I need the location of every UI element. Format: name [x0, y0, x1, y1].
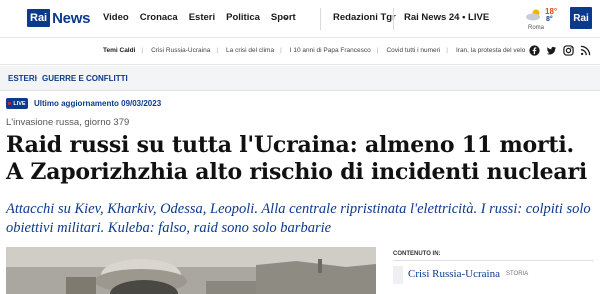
topic-thumbnail[interactable] — [393, 266, 403, 284]
tag-divider: | — [216, 47, 219, 54]
breadcrumb-section[interactable]: ESTERI — [8, 74, 37, 83]
article-summary: Attacchi su Kiev, Kharkiv, Odessa, Leopo… — [6, 201, 591, 236]
tag-divider: | — [446, 47, 448, 54]
nav-item-politica[interactable]: Politica — [226, 12, 260, 23]
twitter-icon[interactable] — [546, 45, 557, 56]
nav-divider — [393, 8, 394, 30]
redazioni-tgr-link[interactable]: Redazioni Tgr — [333, 12, 396, 23]
tag-link[interactable]: Crisi Russia-Ucraina — [151, 47, 210, 54]
topic-type: STORIA — [506, 271, 529, 277]
logo-word: News — [52, 9, 91, 27]
live-dot-icon — [8, 102, 12, 105]
hot-topics-label: Temi Caldi — [103, 47, 136, 54]
photo-image — [6, 247, 376, 294]
hot-topics-list: Temi Caldi | Crisi Russia-Ucraina | La c… — [103, 47, 535, 54]
tag-divider: | — [376, 47, 379, 54]
rainews-logo[interactable]: Rai News — [27, 8, 90, 28]
nav-item-cronaca[interactable]: Cronaca — [140, 12, 178, 23]
weather-widget[interactable]: 18° 8° Roma — [525, 5, 563, 33]
breadcrumb: ESTERI › GUERRE E CONFLITTI — [0, 66, 600, 91]
article-photo[interactable] — [6, 247, 376, 294]
main-nav: Video Cronaca Esteri Politica Sport — [103, 12, 307, 23]
rai-brand-badge[interactable]: Rai — [570, 7, 592, 29]
logo-box: Rai — [27, 9, 51, 27]
sidebar-divider — [393, 260, 594, 261]
top-navigation: Rai News Video Cronaca Esteri Politica S… — [0, 0, 600, 38]
topic-link[interactable]: Crisi Russia-Ucraina — [408, 268, 500, 280]
rss-icon[interactable] — [580, 45, 591, 56]
nav-item-esteri[interactable]: Esteri — [189, 12, 215, 23]
tag-link[interactable]: Covid tutti i numeri — [386, 47, 440, 54]
social-links — [529, 45, 597, 56]
last-updated: Ultimo aggiornamento 09/03/2023 — [34, 99, 162, 108]
tag-link[interactable]: La crisi del clima — [226, 47, 274, 54]
breadcrumb-subsection[interactable]: GUERRE E CONFLITTI — [42, 74, 128, 83]
temperature-low: 8° — [546, 16, 553, 23]
temperature-high: 18° — [545, 7, 558, 16]
hot-topics-strip: Temi Caldi | Crisi Russia-Ucraina | La c… — [0, 38, 600, 65]
weather-city: Roma — [528, 25, 545, 31]
instagram-icon[interactable] — [563, 45, 574, 56]
article-kicker: L'invasione russa, giorno 379 — [6, 117, 130, 128]
facebook-icon[interactable] — [529, 45, 540, 56]
rainews24-live-link[interactable]: Rai News 24 • LIVE — [404, 12, 489, 23]
content-in-label: CONTENUTO IN: — [393, 251, 441, 257]
tag-divider: | — [280, 47, 282, 54]
more-menu-chevron-icon[interactable]: ⌄ — [282, 11, 290, 22]
live-badge: LIVE — [6, 98, 28, 109]
tag-divider: | — [141, 47, 144, 54]
nav-divider — [320, 8, 321, 30]
tag-link[interactable]: Iran, la protesta del velo — [456, 47, 525, 54]
chevron-right-icon: › — [35, 73, 38, 82]
tag-link[interactable]: I 10 anni di Papa Francesco — [290, 47, 371, 54]
live-badge-label: LIVE — [13, 100, 26, 107]
partly-cloudy-icon — [526, 9, 540, 21]
nav-item-video[interactable]: Video — [103, 12, 129, 23]
article-title: Raid russi su tutta l'Ucraina: almeno 11… — [6, 132, 588, 185]
